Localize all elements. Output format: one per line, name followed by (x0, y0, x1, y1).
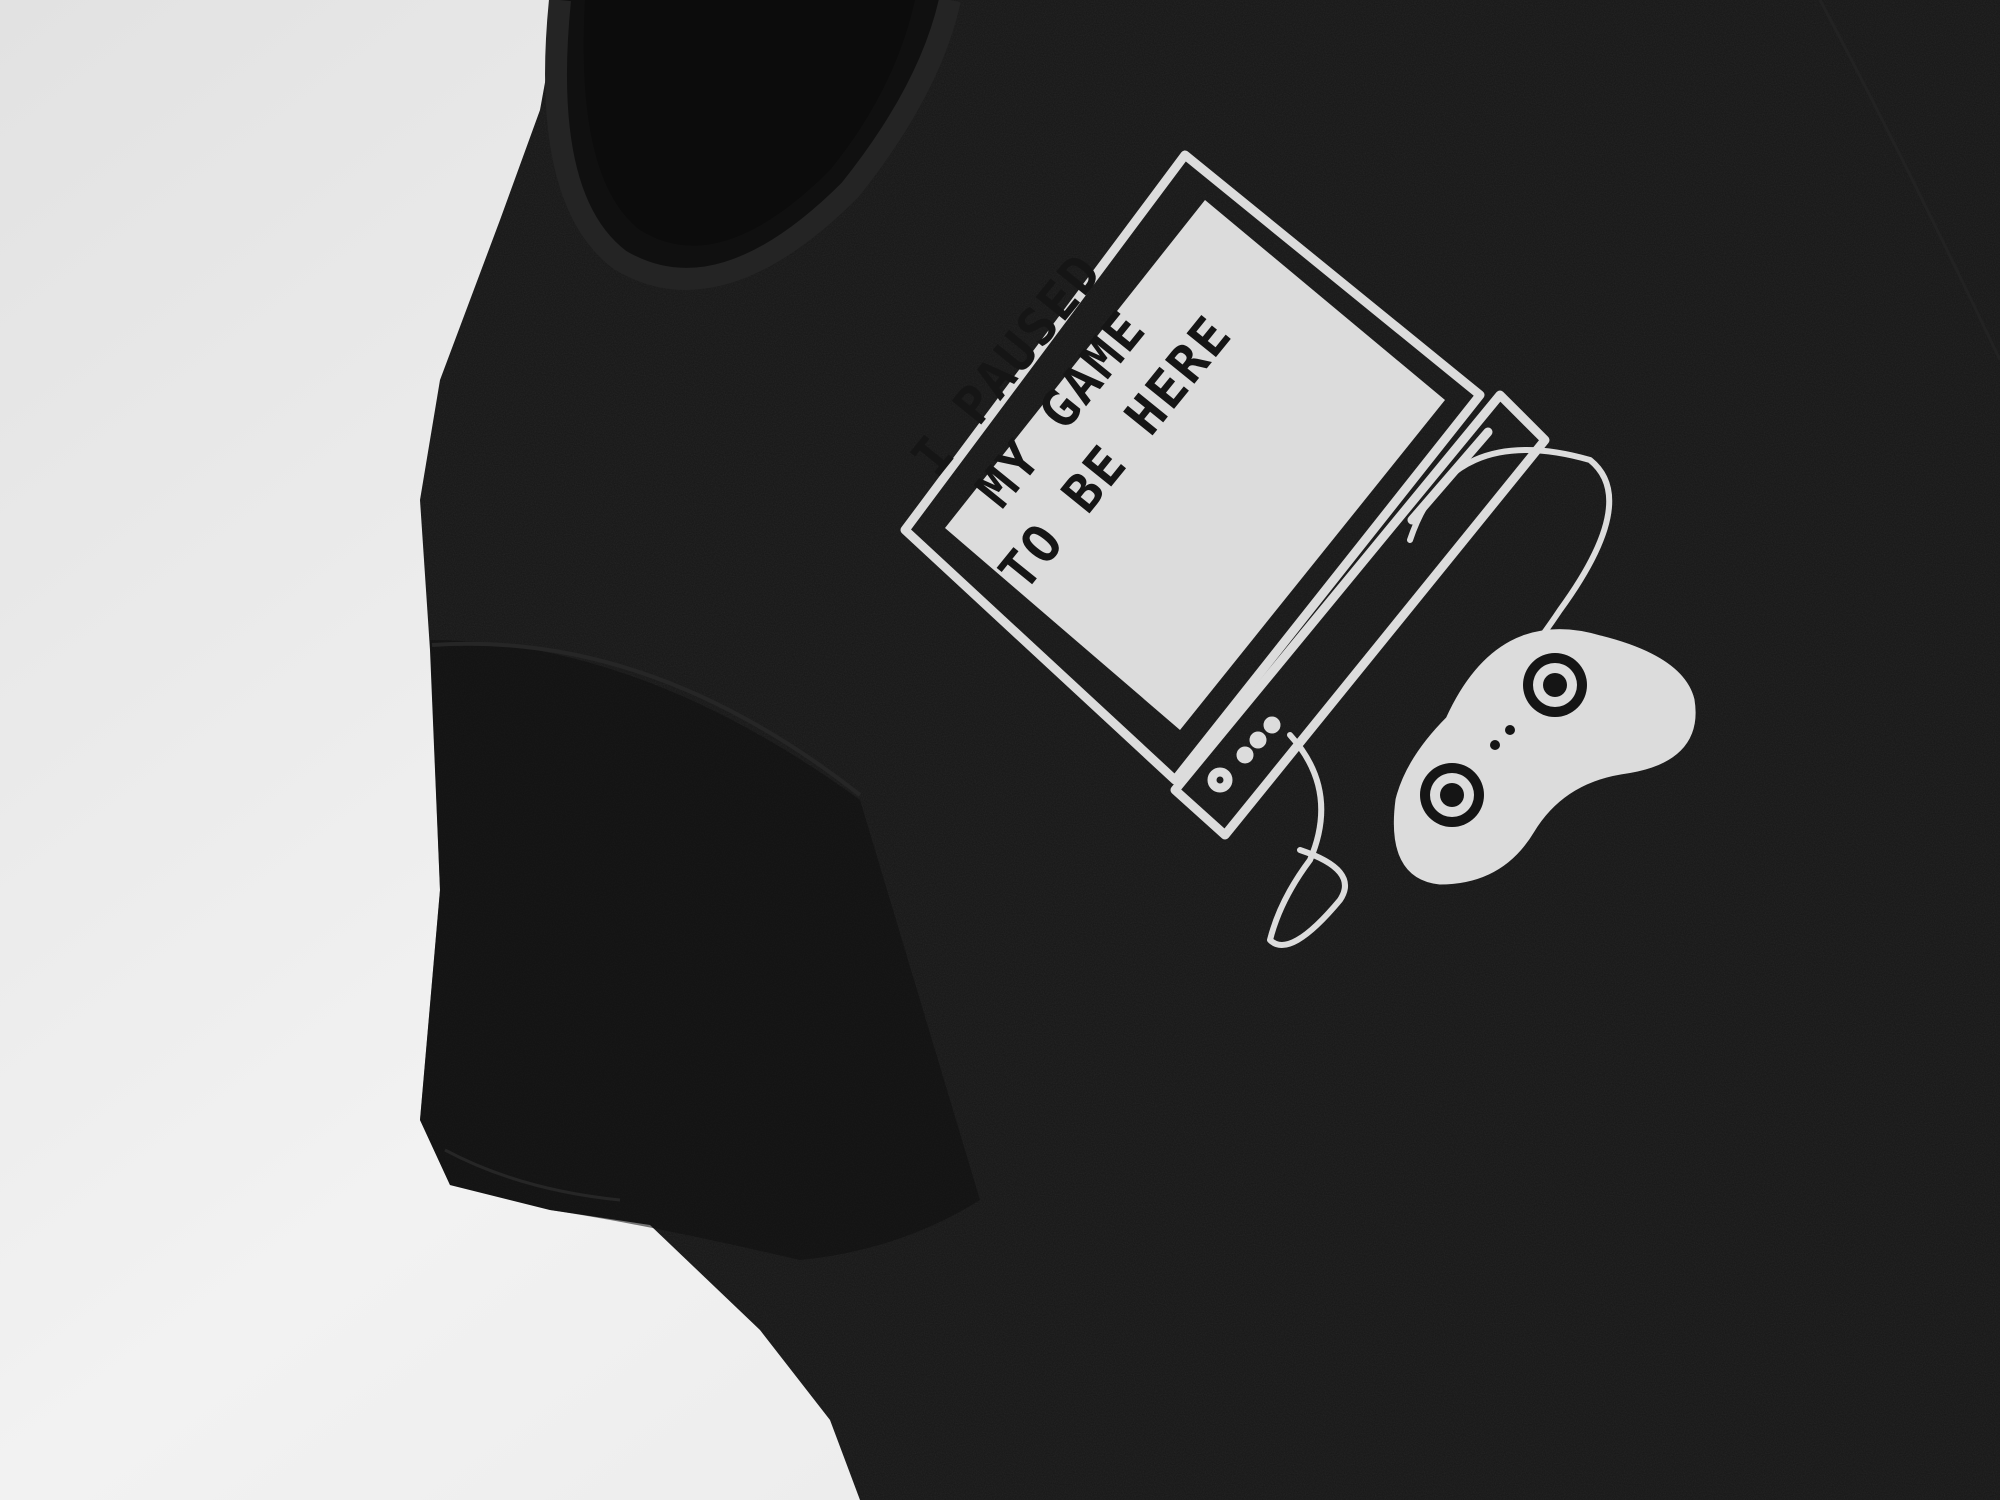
tshirt-photo: I PAUSED MY GAME TO BE HERE (0, 0, 2000, 1500)
